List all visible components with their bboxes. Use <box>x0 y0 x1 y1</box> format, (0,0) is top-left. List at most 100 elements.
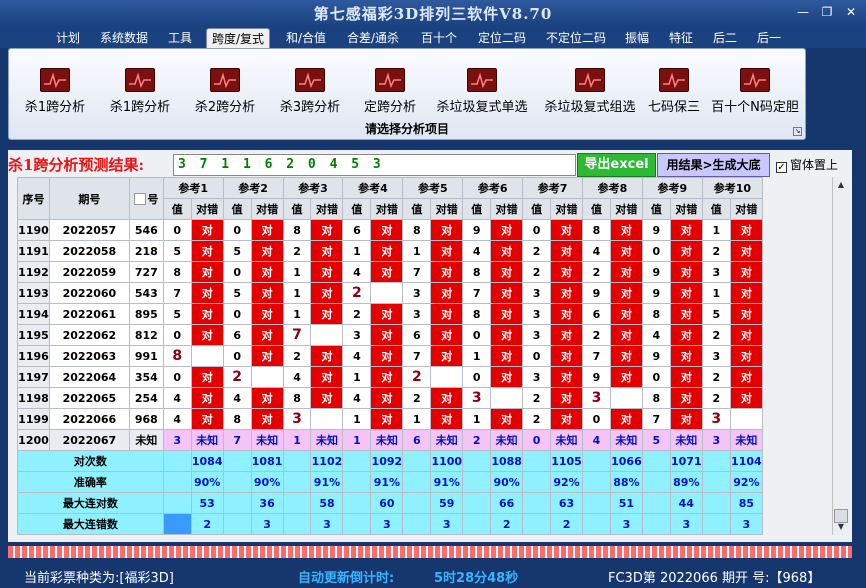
cell-match: 对 <box>370 408 404 430</box>
ribbon-fixed-span[interactable]: 定跨分析 <box>357 63 423 121</box>
close-button[interactable]: ✕ <box>840 4 862 20</box>
menu-amplitude[interactable]: 振幅 <box>620 28 654 48</box>
stats-value: 90% <box>190 471 224 493</box>
expand-icon[interactable]: ↘ <box>793 127 802 136</box>
header-match[interactable]: 对错 <box>490 198 524 220</box>
cell-match: 对 <box>250 345 284 367</box>
header-value[interactable]: 值 <box>462 198 492 220</box>
cell-match: 对 <box>430 303 464 325</box>
header-match[interactable]: 对错 <box>430 198 464 220</box>
generate-button[interactable]: 用结果>生成大底 <box>657 153 770 177</box>
header-match[interactable]: 对错 <box>729 198 764 220</box>
cell-match: 对 <box>370 219 404 241</box>
header-match[interactable]: 对错 <box>550 198 584 220</box>
table-row[interactable]: 1191 2022058 218 5 对 5 对 2 对 1 对 1 对 4 对 2 对 4 对 0 对 2 对 <box>17 240 764 262</box>
scroll-up-icon[interactable]: ▲ <box>833 177 849 193</box>
ribbon-kill1-span-a[interactable]: 杀1跨分析 <box>17 63 93 121</box>
export-excel-button[interactable]: 导出excel <box>577 153 656 177</box>
row-period: 2022060 <box>48 282 130 304</box>
cell-match: 对 <box>609 303 643 325</box>
header-value[interactable]: 值 <box>282 198 312 220</box>
header-value[interactable]: 值 <box>701 198 731 220</box>
menu-system-data[interactable]: 系统数据 <box>95 28 153 48</box>
header-match[interactable]: 对错 <box>310 198 344 220</box>
menu-plan[interactable]: 计划 <box>52 28 84 48</box>
row-num: 218 <box>128 240 164 262</box>
header-match[interactable]: 对错 <box>370 198 404 220</box>
header-ref-7[interactable]: 参考7 <box>522 177 584 199</box>
table-row[interactable]: 1198 2022065 254 4 对 4 对 8 对 4 对 2 对 3 2 对 3 8 对 2 对 <box>17 387 764 409</box>
ribbon-bsg-n-code[interactable]: 百十个N码定胆 <box>709 63 801 121</box>
cell-match: 未知 <box>490 429 524 451</box>
cell-value: 0 <box>162 219 192 241</box>
header-ref-5[interactable]: 参考5 <box>402 177 464 199</box>
header-match[interactable]: 对错 <box>669 198 703 220</box>
header-ref-2[interactable]: 参考2 <box>222 177 284 199</box>
menu-diff-kill[interactable]: 合差/通杀 <box>341 28 405 48</box>
menu-pos-two[interactable]: 定位二码 <box>472 28 532 48</box>
cell-match: 对 <box>729 387 764 409</box>
minimize-button[interactable]: — <box>792 4 814 20</box>
header-num[interactable]: 号 <box>128 177 164 220</box>
cell-match: 对 <box>550 282 584 304</box>
menu-last-one[interactable]: 后一 <box>752 28 786 48</box>
menu-last-two[interactable]: 后二 <box>708 28 742 48</box>
cell-match: 对 <box>609 345 643 367</box>
header-match[interactable]: 对错 <box>250 198 284 220</box>
cell-match <box>430 366 464 388</box>
table-row[interactable]: 1190 2022057 546 0 对 0 对 8 对 6 对 8 对 9 对 0 对 8 对 9 对 1 对 <box>17 219 764 241</box>
table-row[interactable]: 1199 2022066 968 4 对 8 对 3 1 对 1 对 1 对 2 对 0 对 7 对 3 <box>17 408 764 430</box>
header-seq[interactable]: 序号 <box>17 177 50 220</box>
cell-match <box>190 345 224 367</box>
table-row[interactable]: 1193 2022060 543 7 对 5 对 1 对 2 3 对 7 对 3 对 9 对 9 对 1 对 <box>17 282 764 304</box>
table-row[interactable]: 1192 2022059 727 8 对 0 对 1 对 4 对 7 对 8 对 2 对 2 对 9 对 3 对 <box>17 261 764 283</box>
table-row[interactable]: 1194 2022061 895 5 对 0 对 1 对 2 对 3 对 8 对 3 对 6 对 8 对 5 对 <box>17 303 764 325</box>
table-row-pending[interactable]: 1200 2022067 未知 3 未知 7 未知 1 未知 1 未知 6 未知 2 未知 0 未知 4 未知 5 未知… <box>17 429 764 451</box>
menu-bsg[interactable]: 百十个 <box>415 28 463 48</box>
topmost-checkbox[interactable]: ✓ 窗体置上 <box>776 156 838 173</box>
cell-match: 对 <box>250 324 284 346</box>
menu-nonpos-two[interactable]: 不定位二码 <box>541 28 611 48</box>
cell-match: 对 <box>669 324 703 346</box>
table-row[interactable]: 1196 2022063 991 8 0 对 2 对 4 对 7 对 1 对 0 对 7 对 9 对 3 对 <box>17 345 764 367</box>
row-num: 991 <box>128 345 164 367</box>
header-ref-1[interactable]: 参考1 <box>162 177 224 199</box>
header-ref-6[interactable]: 参考6 <box>462 177 524 199</box>
header-value[interactable]: 值 <box>342 198 372 220</box>
scroll-down-icon[interactable]: ▼ <box>833 519 849 535</box>
ribbon-junk-group[interactable]: 杀垃圾复式组选 <box>539 63 641 121</box>
prediction-field[interactable]: 3 7 1 1 6 2 0 4 5 3 <box>173 154 576 176</box>
header-value[interactable]: 值 <box>162 198 192 220</box>
menu-span-compound[interactable]: 跨度/复式 <box>206 28 270 48</box>
menu-tools[interactable]: 工具 <box>163 28 197 48</box>
header-ref-9[interactable]: 参考9 <box>641 177 703 199</box>
header-value[interactable]: 值 <box>582 198 611 220</box>
table-row[interactable]: 1195 2022062 812 0 对 6 对 7 3 对 6 对 0 对 3 对 2 对 4 对 2 对 <box>17 324 764 346</box>
header-ref-4[interactable]: 参考4 <box>342 177 404 199</box>
header-period[interactable]: 期号 <box>48 177 130 220</box>
cell-value: 2 <box>701 366 731 388</box>
header-value[interactable]: 值 <box>222 198 252 220</box>
vertical-scrollbar[interactable]: ▲ ▼ <box>832 177 849 535</box>
ribbon-junk-single[interactable]: 杀垃圾复式单选 <box>431 63 533 121</box>
menu-sum[interactable]: 和/合值 <box>281 28 331 48</box>
cell-match: 对 <box>190 282 224 304</box>
stats-value: 2 <box>490 513 524 535</box>
table-row[interactable]: 1197 2022064 354 0 对 2 4 对 1 对 2 0 对 3 对 9 对 0 对 2 对 <box>17 366 764 388</box>
cell-match: 对 <box>190 261 224 283</box>
ribbon-kill3-span[interactable]: 杀3跨分析 <box>272 63 348 121</box>
header-match[interactable]: 对错 <box>190 198 224 220</box>
header-ref-8[interactable]: 参考8 <box>582 177 643 199</box>
header-match[interactable]: 对错 <box>609 198 643 220</box>
header-ref-3[interactable]: 参考3 <box>282 177 344 199</box>
header-ref-10[interactable]: 参考10 <box>701 177 764 199</box>
ribbon-kill1-span-b[interactable]: 杀1跨分析 <box>102 63 178 121</box>
header-value[interactable]: 值 <box>641 198 671 220</box>
restore-button[interactable]: ❐ <box>816 4 838 20</box>
menu-feature[interactable]: 特征 <box>664 28 698 48</box>
header-value[interactable]: 值 <box>522 198 552 220</box>
ribbon-seven-three[interactable]: 七码保三 <box>645 63 703 121</box>
header-value[interactable]: 值 <box>402 198 432 220</box>
stats-value: 1105 <box>550 450 584 472</box>
ribbon-kill2-span[interactable]: 杀2跨分析 <box>187 63 263 121</box>
